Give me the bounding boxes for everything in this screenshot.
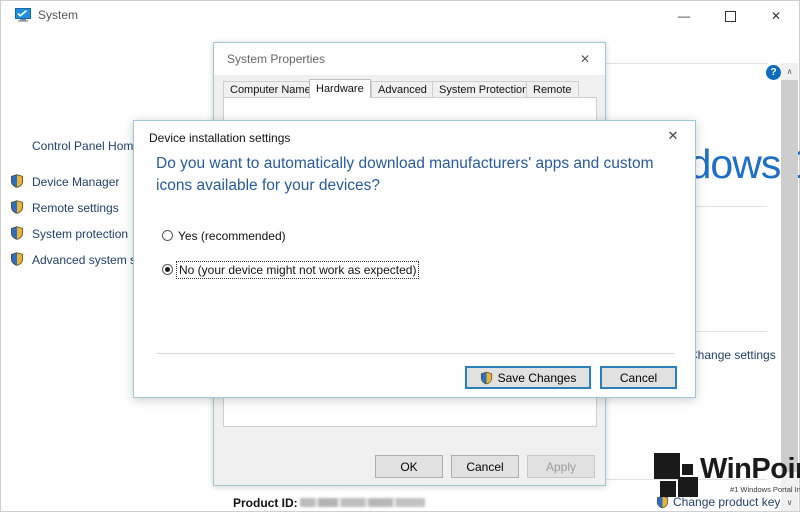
save-changes-label: Save Changes [497, 370, 577, 385]
sidebar-item-label: System protection [32, 227, 129, 241]
winpoin-watermark: WinPoin #1 Windows Portal Indonesia [654, 453, 800, 509]
monitor-icon [15, 8, 31, 22]
watermark-square [654, 453, 680, 479]
scroll-up-icon[interactable]: ∧ [781, 63, 798, 80]
watermark-square [660, 481, 676, 497]
product-id-value-redacted [300, 498, 425, 507]
system-properties-close-button[interactable]: ✕ [565, 43, 605, 74]
sidebar-item-label: Device Manager [32, 175, 120, 189]
control-panel-titlebar: System — ✕ [1, 1, 799, 31]
dialog-divider [156, 353, 675, 354]
radio-label: No (your device might not work as expect… [175, 261, 420, 279]
system-properties-ok-button[interactable]: OK [375, 455, 443, 478]
radio-circle-icon [162, 230, 173, 241]
scrollbar-thumb[interactable] [781, 80, 798, 472]
close-button[interactable]: ✕ [753, 1, 799, 31]
watermark-name: WinPoin [700, 453, 800, 485]
shield-icon [480, 371, 493, 385]
maximize-button[interactable] [707, 1, 753, 31]
vertical-scrollbar[interactable]: ∧ ∨ [781, 63, 798, 511]
window-title: System [38, 8, 79, 22]
dialog-cancel-button[interactable]: Cancel [600, 366, 677, 389]
system-properties-titlebar: System Properties ✕ [214, 43, 605, 75]
help-button[interactable]: ? [766, 65, 781, 80]
shield-icon [10, 200, 24, 214]
tab-remote[interactable]: Remote [526, 81, 579, 98]
screen: System — ✕ ← → ∨ ↑ › Control Panel [0, 0, 800, 512]
tab-system-protection[interactable]: System Protection [432, 81, 536, 98]
watermark-square [678, 477, 698, 497]
tab-hardware[interactable]: Hardware [309, 79, 371, 98]
shield-icon [10, 226, 24, 240]
system-properties-tabstrip: Computer Name Hardware Advanced System P… [223, 79, 597, 98]
shield-icon [10, 252, 24, 266]
dialog-title: Device installation settings [149, 131, 291, 145]
product-id-label: Product ID: [233, 496, 298, 510]
dialog-question: Do you want to automatically download ma… [156, 155, 654, 195]
system-properties-apply-button: Apply [527, 455, 595, 478]
watermark-tagline: #1 Windows Portal Indonesia [730, 485, 800, 494]
tab-advanced[interactable]: Advanced [371, 81, 434, 98]
minimize-button[interactable]: — [661, 1, 707, 31]
change-settings-link[interactable]: Change settings [689, 348, 776, 362]
sidebar-item-control-panel-home[interactable]: Control Panel Home [32, 139, 140, 153]
save-changes-button[interactable]: Save Changes [465, 366, 591, 389]
system-properties-cancel-button[interactable]: Cancel [451, 455, 519, 478]
radio-selected-dot-icon [165, 267, 170, 272]
system-properties-title: System Properties [227, 52, 326, 66]
dialog-close-button[interactable]: ✕ [651, 121, 695, 151]
device-installation-settings-dialog: Device installation settings ✕ Do you wa… [133, 120, 696, 398]
watermark-square [682, 464, 693, 475]
tab-computer-name[interactable]: Computer Name [223, 81, 318, 98]
radio-label: Yes (recommended) [178, 229, 286, 243]
shield-icon [10, 174, 24, 188]
sidebar-item-label: Remote settings [32, 201, 119, 215]
